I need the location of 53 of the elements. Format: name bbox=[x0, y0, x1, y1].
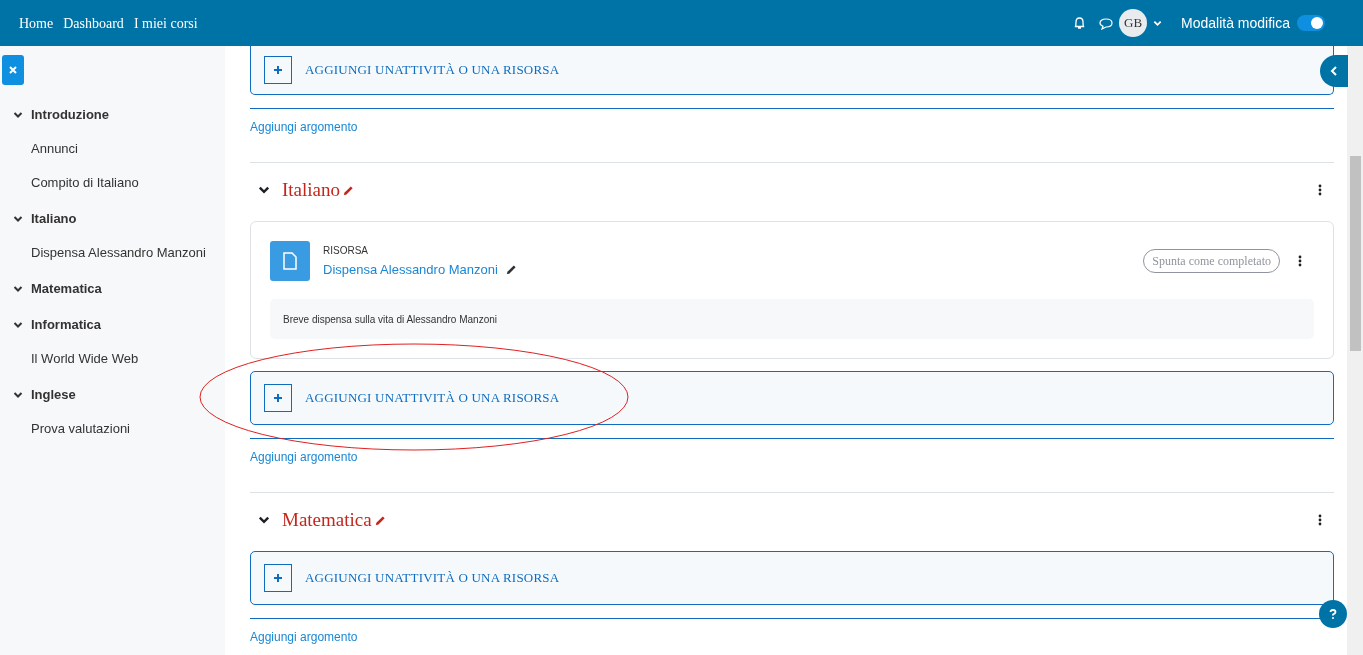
chat-bubble-icon[interactable] bbox=[1099, 16, 1114, 30]
sidebar-item[interactable]: Dispensa Alessandro Manzoni bbox=[13, 243, 225, 263]
pencil-icon[interactable] bbox=[505, 264, 517, 275]
drawer-toggle-button[interactable] bbox=[1320, 55, 1348, 87]
chevron-icon[interactable] bbox=[13, 320, 23, 330]
add-topic-link[interactable]: Aggiungi argomento bbox=[250, 628, 358, 646]
edit-mode-toggle[interactable] bbox=[1297, 15, 1325, 31]
file-icon bbox=[270, 241, 310, 281]
section-title[interactable]: Introduzione bbox=[31, 105, 109, 125]
help-button[interactable] bbox=[1319, 600, 1347, 628]
add-topic-link[interactable]: Aggiungi argomento bbox=[250, 118, 358, 136]
activity-link[interactable]: Dispensa Alessandro Manzoni bbox=[323, 259, 498, 280]
sidebar-item[interactable]: Il World Wide Web bbox=[13, 349, 225, 369]
user-avatar[interactable]: GB bbox=[1119, 9, 1148, 37]
pencil-icon[interactable] bbox=[343, 184, 355, 196]
close-drawer-button[interactable] bbox=[2, 55, 24, 85]
plus-icon bbox=[264, 564, 292, 592]
more-icon[interactable] bbox=[1298, 255, 1302, 267]
plus-icon bbox=[264, 384, 292, 412]
sidebar-item[interactable]: Annunci bbox=[13, 139, 225, 159]
nav-link[interactable]: Home bbox=[19, 12, 54, 34]
close-icon bbox=[9, 66, 17, 74]
chevron-icon[interactable] bbox=[13, 214, 23, 224]
chevron-left-icon bbox=[1330, 66, 1338, 76]
chevron-icon[interactable] bbox=[258, 514, 270, 526]
add-topic-link[interactable]: Aggiungi argomento bbox=[250, 448, 358, 466]
section-heading: Italiano bbox=[282, 177, 341, 202]
chevron-icon[interactable] bbox=[258, 184, 270, 196]
add-activity-button[interactable]: AGGIUNGI UNATTIVITÀ O UNA RISORSA bbox=[250, 371, 1334, 425]
edit-mode-label: Modalità modifica bbox=[1181, 13, 1290, 33]
chevron-icon[interactable] bbox=[13, 110, 23, 120]
more-icon[interactable] bbox=[1318, 184, 1322, 196]
pencil-icon[interactable] bbox=[374, 514, 386, 526]
chevron-icon[interactable] bbox=[13, 284, 23, 294]
sidebar-item[interactable]: Prova valutazioni bbox=[13, 419, 225, 439]
section-title[interactable]: Informatica bbox=[31, 315, 102, 335]
plus-icon bbox=[264, 56, 292, 84]
nav-link[interactable]: I miei corsi bbox=[133, 12, 198, 34]
chevron-icon[interactable] bbox=[13, 390, 23, 400]
section-title[interactable]: Inglese bbox=[31, 385, 76, 405]
add-activity-button[interactable]: AGGIUNGI UNATTIVITÀ O UNA RISORSA bbox=[250, 551, 1334, 605]
nav-link[interactable]: Dashboard bbox=[63, 12, 124, 34]
bell-icon[interactable] bbox=[1073, 16, 1087, 30]
add-activity-button[interactable]: AGGIUNGI UNATTIVITÀ O UNA RISORSA bbox=[250, 46, 1334, 95]
activity-type: RISORSA bbox=[323, 243, 369, 258]
more-icon[interactable] bbox=[1318, 514, 1322, 526]
scrollbar[interactable] bbox=[1347, 46, 1363, 655]
question-mark-icon bbox=[1329, 609, 1337, 619]
activity-description: Breve dispensa sulla vita di Alessandro Manzoni bbox=[270, 299, 1314, 339]
sidebar-item[interactable]: Compito di Italiano bbox=[13, 173, 225, 193]
section-title[interactable]: Matematica bbox=[31, 279, 102, 299]
section-heading: Matematica bbox=[282, 507, 372, 532]
section-title[interactable]: Italiano bbox=[31, 209, 77, 229]
